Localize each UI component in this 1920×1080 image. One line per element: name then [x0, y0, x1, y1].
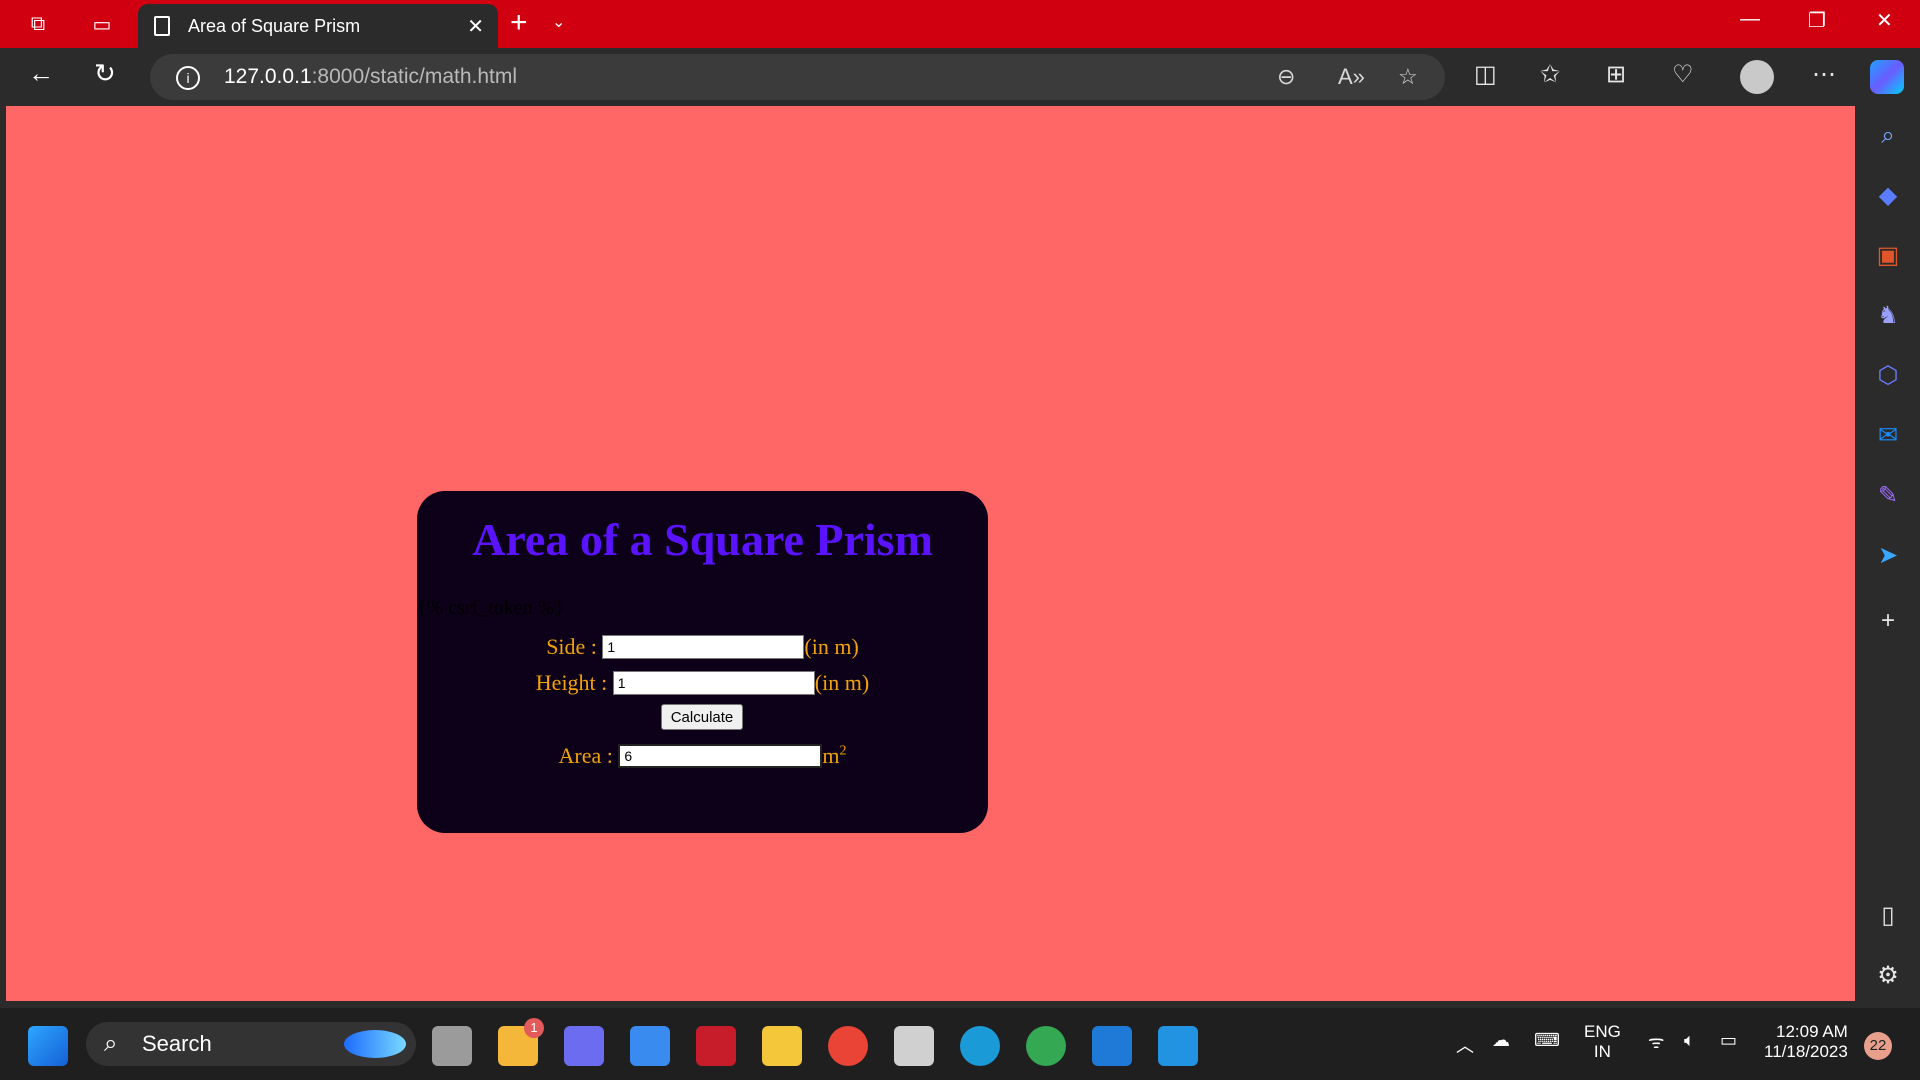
- restore-icon[interactable]: ❐: [1808, 8, 1826, 33]
- workspaces-icon[interactable]: ⧉: [24, 10, 52, 38]
- collections-icon[interactable]: ⊞: [1606, 60, 1626, 89]
- zoom-out-icon[interactable]: ⊖: [1277, 64, 1295, 90]
- height-label: Height :: [535, 670, 608, 695]
- calculate-button[interactable]: Calculate: [661, 704, 743, 730]
- area-row: Area : m2: [417, 743, 988, 769]
- tab-active[interactable]: Area of Square Prism ✕: [138, 4, 498, 48]
- weather-badge: 1: [524, 1018, 544, 1038]
- url-text[interactable]: 127.0.0.1:8000/static/math.html: [224, 65, 517, 89]
- sidebar-panel-icon[interactable]: ▯: [1873, 901, 1903, 931]
- onedrive-icon[interactable]: ☁: [1492, 1030, 1510, 1051]
- calculator-card: Area of a Square Prism {% csrf_token %} …: [417, 491, 988, 833]
- taskbar: ⌕ Search 1 ︿ ☁ ⌨ ENG IN ᯤ 🔈︎ ▭ 12:09 AM …: [0, 1008, 1920, 1080]
- title-bar: ⧉ ▭ Area of Square Prism ✕ + ⌄ — ❐ ✕: [0, 0, 1920, 48]
- battery-icon[interactable]: ▭: [1720, 1030, 1737, 1051]
- chevron-up-icon[interactable]: ︿: [1456, 1032, 1474, 1058]
- edge-icon[interactable]: [960, 1026, 1000, 1066]
- page-icon: [154, 16, 170, 36]
- csrf-text: {% csrf_token %}: [417, 597, 564, 619]
- chrome-profile-icon[interactable]: [1026, 1026, 1066, 1066]
- more-icon[interactable]: ⋯: [1812, 60, 1836, 89]
- new-tab-icon[interactable]: +: [510, 6, 528, 40]
- shopping-tag-icon[interactable]: ◆: [1873, 181, 1903, 211]
- page-title: Area of a Square Prism: [472, 514, 933, 565]
- notification-badge[interactable]: 22: [1864, 1032, 1892, 1060]
- volume-icon[interactable]: 🔈︎: [1684, 1030, 1695, 1051]
- language-indicator[interactable]: ENG IN: [1584, 1022, 1621, 1062]
- height-row: Height : (in m): [417, 670, 988, 696]
- chrome-icon[interactable]: [828, 1026, 868, 1066]
- task-view-icon[interactable]: [432, 1026, 472, 1066]
- windows-start-icon[interactable]: [28, 1026, 68, 1066]
- store-icon[interactable]: [630, 1026, 670, 1066]
- address-bar: ← ↻ i 127.0.0.1:8000/static/math.html ⊖ …: [0, 48, 1920, 106]
- vscode-icon[interactable]: [1158, 1026, 1198, 1066]
- close-tab-icon[interactable]: ✕: [467, 14, 484, 39]
- settings-gear-icon[interactable]: ⚙: [1873, 961, 1903, 991]
- search-label: Search: [142, 1031, 212, 1056]
- keyboard-icon[interactable]: ⌨: [1534, 1030, 1560, 1051]
- read-aloud-icon[interactable]: A»: [1338, 64, 1365, 90]
- side-label: Side :: [546, 634, 597, 659]
- microsoft-365-icon[interactable]: ⬡: [1873, 361, 1903, 391]
- close-window-icon[interactable]: ✕: [1876, 8, 1893, 33]
- photos-icon[interactable]: [1092, 1026, 1132, 1066]
- back-icon[interactable]: ←: [28, 58, 54, 89]
- browser-essentials-icon[interactable]: ♡: [1672, 60, 1694, 89]
- info-icon[interactable]: i: [176, 66, 200, 90]
- tab-actions-icon[interactable]: ▭: [88, 10, 116, 38]
- split-screen-icon[interactable]: ◫: [1474, 60, 1497, 89]
- height-input[interactable]: [612, 671, 815, 695]
- search-icon[interactable]: ⌕: [1873, 121, 1903, 151]
- page-viewport: Area of a Square Prism {% csrf_token %} …: [6, 106, 1855, 1001]
- teams-icon[interactable]: [564, 1026, 604, 1066]
- url-field[interactable]: i 127.0.0.1:8000/static/math.html ⊖ A» ☆: [150, 54, 1445, 100]
- search-icon: ⌕: [104, 1030, 118, 1057]
- add-icon[interactable]: +: [1873, 606, 1903, 636]
- clock[interactable]: 12:09 AM 11/18/2023: [1764, 1022, 1848, 1062]
- chevron-down-icon[interactable]: ⌄: [552, 12, 565, 32]
- minimize-icon[interactable]: —: [1740, 8, 1760, 31]
- favorites-icon[interactable]: ✩: [1540, 60, 1560, 89]
- copilot-icon[interactable]: [1870, 60, 1904, 94]
- area-output[interactable]: [618, 744, 823, 768]
- side-row: Side : (in m): [417, 634, 988, 660]
- tools-icon[interactable]: ▣: [1873, 241, 1903, 271]
- file-explorer-icon[interactable]: [762, 1026, 802, 1066]
- tab-title: Area of Square Prism: [188, 15, 361, 36]
- outlook-icon[interactable]: ✉: [1873, 421, 1903, 451]
- weather-icon[interactable]: 1: [498, 1018, 544, 1066]
- app-icon[interactable]: [894, 1026, 934, 1066]
- send-icon[interactable]: ➤: [1873, 541, 1903, 571]
- area-unit: m2: [822, 743, 847, 768]
- side-unit: (in m): [804, 634, 859, 659]
- mcafee-icon[interactable]: [696, 1026, 736, 1066]
- wifi-icon[interactable]: ᯤ: [1648, 1030, 1664, 1054]
- height-unit: (in m): [814, 670, 870, 695]
- bing-icon: [344, 1030, 406, 1058]
- designer-icon[interactable]: ✎: [1873, 481, 1903, 511]
- edge-sidebar: ⌕ ◆ ▣ ♞ ⬡ ✉ ✎ ➤ + ▯ ⚙: [1855, 106, 1920, 1008]
- refresh-icon[interactable]: ↻: [94, 58, 116, 89]
- area-label: Area :: [558, 743, 613, 768]
- favorite-star-icon[interactable]: ☆: [1398, 64, 1418, 90]
- profile-avatar[interactable]: [1740, 60, 1774, 94]
- side-input[interactable]: [602, 635, 805, 659]
- taskbar-search[interactable]: ⌕ Search: [86, 1022, 416, 1066]
- games-icon[interactable]: ♞: [1873, 301, 1903, 331]
